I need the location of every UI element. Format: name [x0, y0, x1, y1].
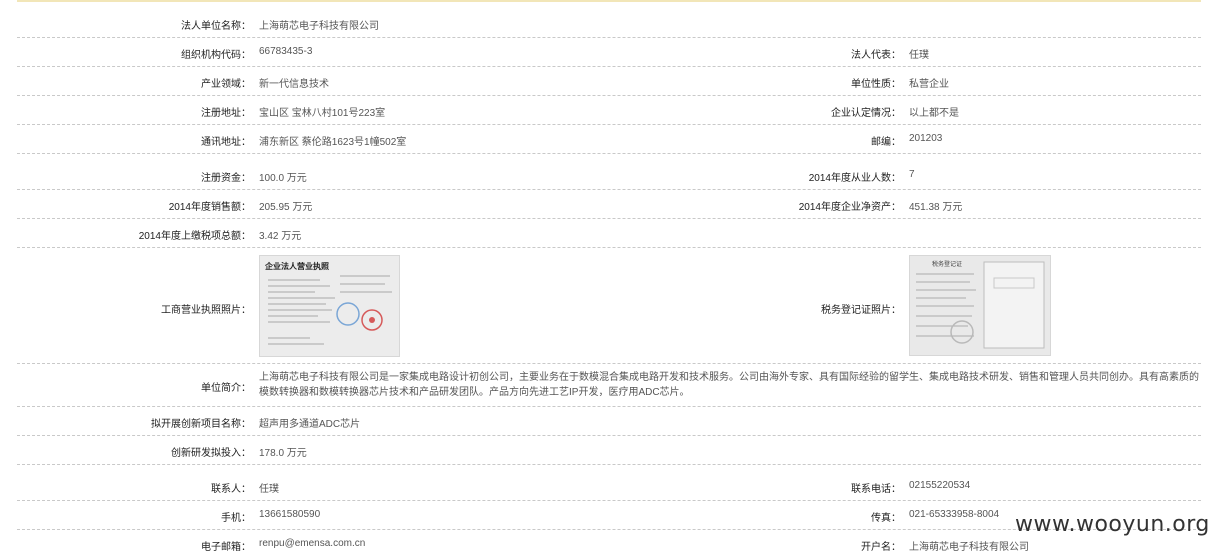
- value-legal-rep: 任璞: [909, 50, 929, 61]
- label-sales: 2014年度销售额：: [168, 202, 251, 213]
- value-postcode: 201203: [909, 133, 943, 144]
- label-unit-nature: 单位性质：: [851, 79, 901, 90]
- label-rd-investment: 创新研发拟投入：: [171, 448, 251, 459]
- tax-cert-title: 税务登记证: [932, 260, 962, 268]
- label-contact: 联系人：: [211, 484, 251, 495]
- value-email: renpu@emensa.com.cn: [259, 538, 366, 549]
- row-project-name: 拟开展创新项目名称： 超声用多通道ADC芯片: [17, 407, 1201, 436]
- value-mobile: 13661580590: [259, 509, 321, 520]
- row-org-code: 组织机构代码： 66783435-3 法人代表： 任璞: [17, 38, 1201, 67]
- label-fax: 传真：: [871, 513, 901, 524]
- value-company-name: 上海萌芯电子科技有限公司: [259, 21, 379, 32]
- label-project-name: 拟开展创新项目名称：: [151, 419, 251, 430]
- top-accent-bar: [17, 0, 1201, 2]
- label-legal-rep: 法人代表：: [851, 50, 901, 61]
- value-org-code: 66783435-3: [259, 46, 313, 57]
- row-photos: 工商营业执照照片： 企业法人营业执照 税务登记证照片： 税务登记证: [17, 248, 1201, 364]
- row-tax-paid: 2014年度上缴税项总额： 3.42 万元: [17, 219, 1201, 248]
- value-phone: 02155220534: [909, 480, 971, 491]
- value-fax: 021-65333958-8004: [909, 509, 1000, 520]
- value-sales: 205.95 万元: [259, 202, 313, 213]
- row-industry: 产业领域： 新一代信息技术 单位性质： 私营企业: [17, 67, 1201, 96]
- value-company-intro: 上海萌芯电子科技有限公司是一家集成电路设计初创公司，主要业务在于数模混合集成电路…: [259, 372, 1199, 398]
- label-enterprise-cert: 企业认定情况：: [831, 108, 901, 119]
- row-rd-investment: 创新研发拟投入： 178.0 万元: [17, 436, 1201, 465]
- value-tax-paid: 3.42 万元: [259, 231, 302, 242]
- label-company-intro: 单位简介：: [201, 383, 251, 394]
- label-mail-address: 通讯地址：: [201, 137, 251, 148]
- label-company-name: 法人单位名称：: [181, 21, 251, 32]
- label-mobile: 手机：: [221, 513, 251, 524]
- row-contact: 联系人： 任璞 联系电话： 02155220534: [17, 472, 1201, 501]
- row-sales: 2014年度销售额： 205.95 万元 2014年度企业净资产： 451.38…: [17, 190, 1201, 219]
- row-mail-address: 通讯地址： 浦东新区 蔡伦路1623号1幢502室 邮编： 201203: [17, 125, 1201, 154]
- label-phone: 联系电话：: [851, 484, 901, 495]
- label-account-name: 开户名：: [861, 542, 901, 553]
- label-org-code: 组织机构代码：: [181, 50, 251, 61]
- value-mail-address: 浦东新区 蔡伦路1623号1幢502室: [259, 137, 407, 148]
- label-tax-cert-photo: 税务登记证照片：: [821, 305, 901, 316]
- row-company-intro: 单位简介： 上海萌芯电子科技有限公司是一家集成电路设计初创公司，主要业务在于数模…: [17, 364, 1201, 407]
- label-industry: 产业领域：: [201, 79, 251, 90]
- license-title: 企业法人营业执照: [264, 261, 329, 271]
- value-net-assets: 451.38 万元: [909, 202, 963, 213]
- value-project-name: 超声用多通道ADC芯片: [259, 419, 361, 430]
- watermark: www.wooyun.org: [1015, 512, 1210, 537]
- tax-cert-image: 税务登记证: [910, 256, 1050, 355]
- label-tax-paid: 2014年度上缴税项总额：: [138, 231, 251, 242]
- value-rd-investment: 178.0 万元: [259, 448, 307, 459]
- value-unit-nature: 私营企业: [909, 79, 949, 90]
- label-postcode: 邮编：: [871, 137, 901, 148]
- label-business-license-photo: 工商营业执照照片：: [161, 305, 251, 316]
- label-reg-address: 注册地址：: [201, 108, 251, 119]
- row-reg-capital: 注册资金： 100.0 万元 2014年度从业人数： 7: [17, 161, 1201, 190]
- row-reg-address: 注册地址： 宝山区 宝林八村101号223室 企业认定情况： 以上都不是: [17, 96, 1201, 125]
- value-industry: 新一代信息技术: [259, 79, 329, 90]
- value-employees: 7: [909, 169, 915, 180]
- tax-cert-photo[interactable]: 税务登记证: [909, 255, 1051, 356]
- value-reg-address: 宝山区 宝林八村101号223室: [259, 108, 386, 119]
- label-reg-capital: 注册资金：: [201, 173, 251, 184]
- business-license-photo[interactable]: 企业法人营业执照: [259, 255, 400, 357]
- value-reg-capital: 100.0 万元: [259, 173, 307, 184]
- label-net-assets: 2014年度企业净资产：: [798, 202, 901, 213]
- value-enterprise-cert: 以上都不是: [909, 108, 959, 119]
- label-employees: 2014年度从业人数：: [808, 173, 901, 184]
- value-contact: 任璞: [259, 484, 279, 495]
- row-company-name: 法人单位名称： 上海萌芯电子科技有限公司: [17, 8, 1201, 38]
- label-email: 电子邮箱：: [201, 542, 251, 553]
- value-account-name: 上海萌芯电子科技有限公司: [909, 542, 1029, 553]
- business-license-image: 企业法人营业执照: [260, 256, 399, 356]
